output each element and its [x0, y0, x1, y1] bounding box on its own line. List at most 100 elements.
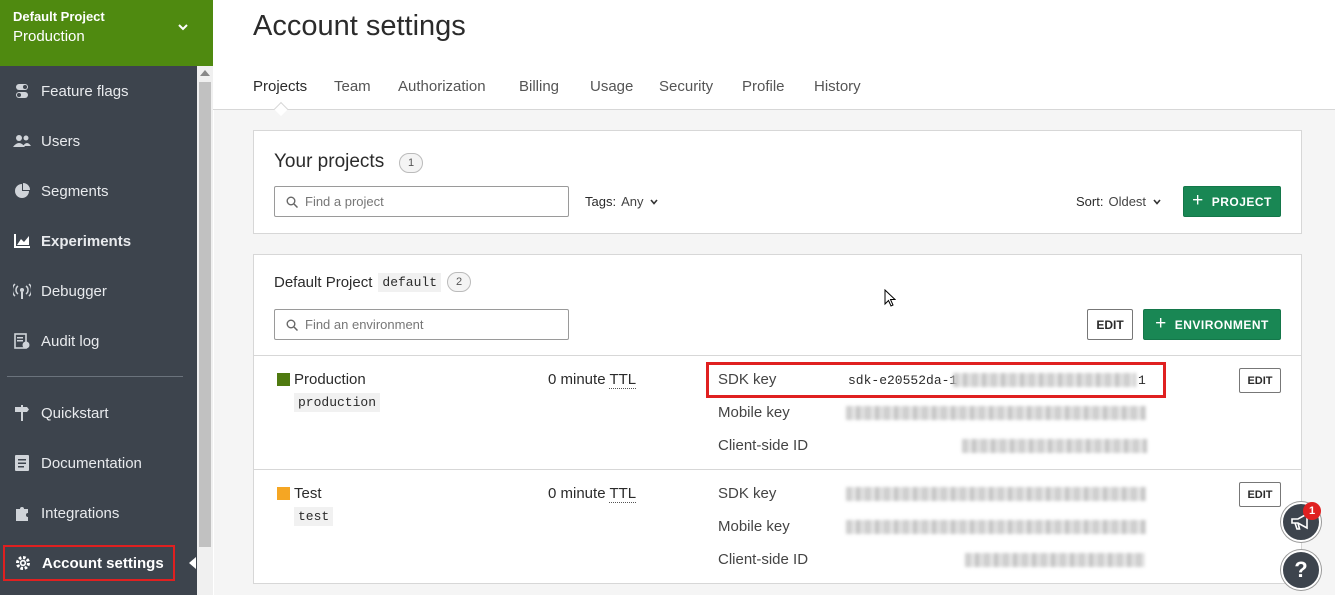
gear-icon	[14, 554, 32, 572]
project-switcher[interactable]: Default Project Production	[0, 0, 213, 66]
env-key: test	[294, 507, 334, 526]
tab-authorization[interactable]: Authorization	[398, 78, 486, 95]
search-placeholder: Find an environment	[305, 317, 424, 332]
project-search-input[interactable]: Find a project	[274, 186, 569, 217]
project-key: default	[378, 273, 441, 292]
tab-profile[interactable]: Profile	[742, 78, 785, 95]
tab-history[interactable]: History	[814, 78, 861, 95]
sidebar-item-debugger[interactable]: Debugger	[0, 271, 197, 311]
client-id-label: Client-side ID	[718, 437, 809, 454]
search-icon	[286, 196, 298, 208]
sidebar-item-label: Experiments	[41, 232, 132, 250]
redacted-key[interactable]	[846, 520, 1146, 534]
users-icon	[13, 132, 31, 150]
broadcast-icon	[13, 282, 31, 300]
search-icon	[286, 319, 298, 331]
sidebar-item-audit-log[interactable]: Audit log	[0, 321, 197, 361]
tab-security[interactable]: Security	[659, 78, 713, 95]
env-color-swatch	[277, 373, 290, 386]
edit-environment-button[interactable]: EDIT	[1239, 482, 1281, 507]
tags-label: Tags:	[585, 194, 617, 209]
chevron-down-icon	[650, 198, 659, 205]
tags-value: Any	[621, 194, 644, 209]
redacted-key[interactable]	[846, 406, 1146, 420]
plus-icon: +	[1155, 312, 1167, 334]
edit-environment-button[interactable]: EDIT	[1239, 368, 1281, 393]
pie-icon	[13, 182, 31, 200]
sidebar-item-label: Integrations	[41, 504, 120, 522]
environment-search-input[interactable]: Find an environment	[274, 309, 569, 340]
plus-icon: +	[1192, 189, 1204, 211]
env-ttl: 0 minute TTL	[548, 371, 637, 389]
ttl-value: 0 minute	[548, 371, 606, 388]
tags-filter[interactable]: Tags: Any	[585, 194, 659, 209]
sidebar-item-label: Audit log	[41, 332, 100, 350]
environment-count-badge: 2	[447, 272, 471, 292]
chevron-down-icon	[178, 24, 188, 31]
client-id-label: Client-side ID	[718, 551, 809, 568]
edit-project-button[interactable]: EDIT	[1087, 309, 1133, 340]
sidebar-item-documentation[interactable]: Documentation	[0, 443, 197, 483]
sidebar-item-label: Account settings	[42, 554, 164, 572]
sidebar-item-quickstart[interactable]: Quickstart	[0, 393, 197, 433]
sidebar-item-feature-flags[interactable]: Feature flags	[0, 71, 197, 111]
sidebar: Default Project Production Feature flags…	[0, 0, 213, 595]
tab-billing[interactable]: Billing	[519, 78, 559, 95]
scrollbar-thumb[interactable]	[199, 82, 211, 547]
add-project-button[interactable]: + PROJECT	[1183, 186, 1281, 217]
sidebar-item-account-settings[interactable]: Account settings	[3, 545, 175, 581]
sidebar-item-label: Segments	[41, 182, 109, 200]
mobile-key-label: Mobile key	[718, 518, 790, 535]
row-divider	[254, 355, 1301, 356]
chart-icon	[13, 232, 31, 250]
doc-icon	[13, 454, 31, 472]
tab-team[interactable]: Team	[334, 78, 371, 95]
env-name: Test	[294, 485, 322, 502]
env-key-wrapper: production	[294, 393, 381, 412]
environment-name: Production	[13, 28, 85, 45]
env-name: Production	[294, 371, 366, 388]
page-title: Account settings	[253, 10, 466, 42]
ttl-unit: TTL	[609, 371, 637, 389]
project-name: Default Project	[274, 274, 373, 291]
notification-badge: 1	[1303, 502, 1321, 520]
projects-heading: Your projects	[274, 151, 385, 172]
toggle-icon	[13, 82, 31, 100]
help-icon: ?	[1294, 557, 1308, 582]
ttl-unit: TTL	[609, 485, 637, 503]
tab-usage[interactable]: Usage	[590, 78, 633, 95]
project-title: Default Project default	[274, 273, 441, 292]
mouse-cursor-icon	[884, 289, 896, 307]
search-placeholder: Find a project	[305, 194, 384, 209]
help-button[interactable]: ?	[1281, 550, 1321, 590]
sort-value: Oldest	[1108, 194, 1147, 209]
env-key-wrapper: test	[294, 507, 334, 526]
redacted-key[interactable]	[965, 553, 1145, 567]
sidebar-item-segments[interactable]: Segments	[0, 171, 197, 211]
sort-dropdown[interactable]: Sort: Oldest	[1076, 194, 1162, 209]
add-environment-label: ENVIRONMENT	[1174, 317, 1269, 332]
active-indicator	[189, 557, 196, 569]
highlight-box	[706, 362, 1166, 398]
redacted-key[interactable]	[962, 439, 1147, 453]
env-ttl: 0 minute TTL	[548, 485, 637, 503]
project-name: Default Project	[13, 9, 105, 24]
add-project-label: PROJECT	[1211, 194, 1272, 209]
sidebar-item-label: Feature flags	[41, 82, 129, 100]
row-divider	[254, 469, 1301, 470]
sidebar-item-integrations[interactable]: Integrations	[0, 493, 197, 533]
ttl-value: 0 minute	[548, 485, 606, 502]
tab-projects[interactable]: Projects	[253, 78, 307, 95]
scroll-up-arrow-icon[interactable]	[200, 70, 210, 76]
sidebar-item-users[interactable]: Users	[0, 121, 197, 161]
sidebar-divider	[7, 376, 183, 377]
mobile-key-label: Mobile key	[718, 404, 790, 421]
env-key: production	[294, 393, 381, 412]
sort-label: Sort:	[1076, 194, 1104, 209]
sidebar-item-label: Documentation	[41, 454, 142, 472]
sidebar-item-experiments[interactable]: Experiments	[0, 221, 197, 261]
puzzle-icon	[13, 504, 31, 522]
add-environment-button[interactable]: + ENVIRONMENT	[1143, 309, 1281, 340]
signpost-icon	[13, 404, 31, 422]
redacted-key[interactable]	[846, 487, 1146, 501]
